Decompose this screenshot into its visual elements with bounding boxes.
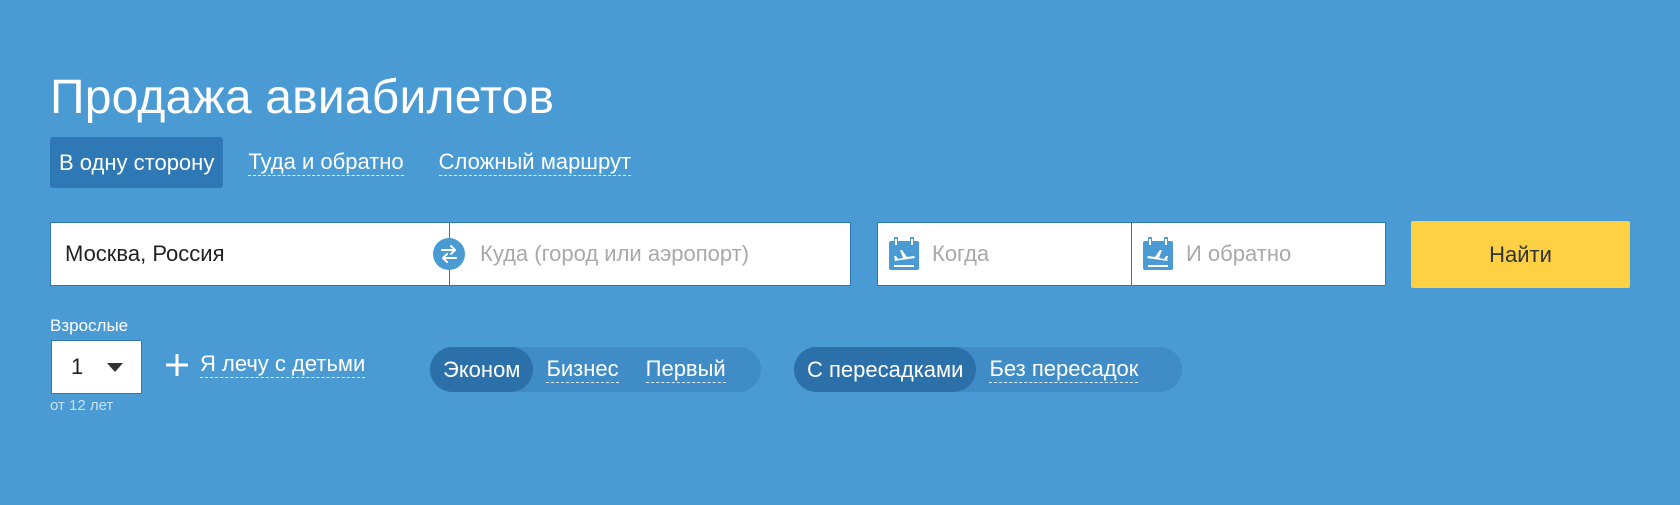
- destination-field[interactable]: [449, 222, 851, 286]
- tab-multi-city[interactable]: Сложный маршрут: [438, 149, 632, 176]
- return-date-field[interactable]: [1131, 222, 1386, 286]
- search-button[interactable]: Найти: [1411, 221, 1630, 288]
- tab-round-trip[interactable]: Туда и обратно: [248, 149, 404, 176]
- class-option-business[interactable]: Бизнес: [546, 356, 619, 383]
- class-option-economy[interactable]: Эконом: [430, 347, 534, 392]
- swap-cities-button[interactable]: [433, 238, 465, 270]
- calendar-plane-icon: [1143, 237, 1173, 270]
- return-date-input[interactable]: [1186, 241, 1385, 267]
- depart-date-input[interactable]: [932, 241, 1131, 267]
- plus-icon: [166, 354, 188, 376]
- adults-value: 1: [71, 354, 84, 379]
- stops-option-with-transfers[interactable]: С пересадками: [794, 347, 977, 392]
- class-option-first[interactable]: Первый: [645, 356, 726, 383]
- destination-input[interactable]: [480, 241, 850, 267]
- adults-age-hint: от 12 лет: [50, 397, 114, 414]
- cabin-class-selector: Эконом Бизнес Первый: [430, 347, 761, 392]
- stops-selector: С пересадками Без пересадок: [794, 347, 1182, 392]
- stops-option-nonstop[interactable]: Без пересадок: [989, 356, 1139, 383]
- page-title: Продажа авиабилетов: [50, 71, 555, 124]
- calendar-plane-icon: [889, 237, 919, 270]
- adults-label: Взрослые: [50, 316, 129, 335]
- origin-field[interactable]: Москва, Россия: [50, 222, 450, 286]
- swap-arrows-icon: [441, 245, 457, 263]
- depart-date-field[interactable]: [877, 222, 1132, 286]
- adults-select[interactable]: 1: [51, 340, 142, 394]
- add-children-label: Я лечу с детьми: [200, 351, 366, 378]
- tab-one-way[interactable]: В одну сторону: [50, 137, 224, 188]
- add-children-link[interactable]: Я лечу с детьми: [166, 351, 366, 378]
- trip-type-tabs: В одну сторону Туда и обратно Сложный ма…: [50, 137, 641, 188]
- chevron-down-icon: [107, 362, 123, 372]
- origin-value: Москва, Россия: [65, 241, 225, 266]
